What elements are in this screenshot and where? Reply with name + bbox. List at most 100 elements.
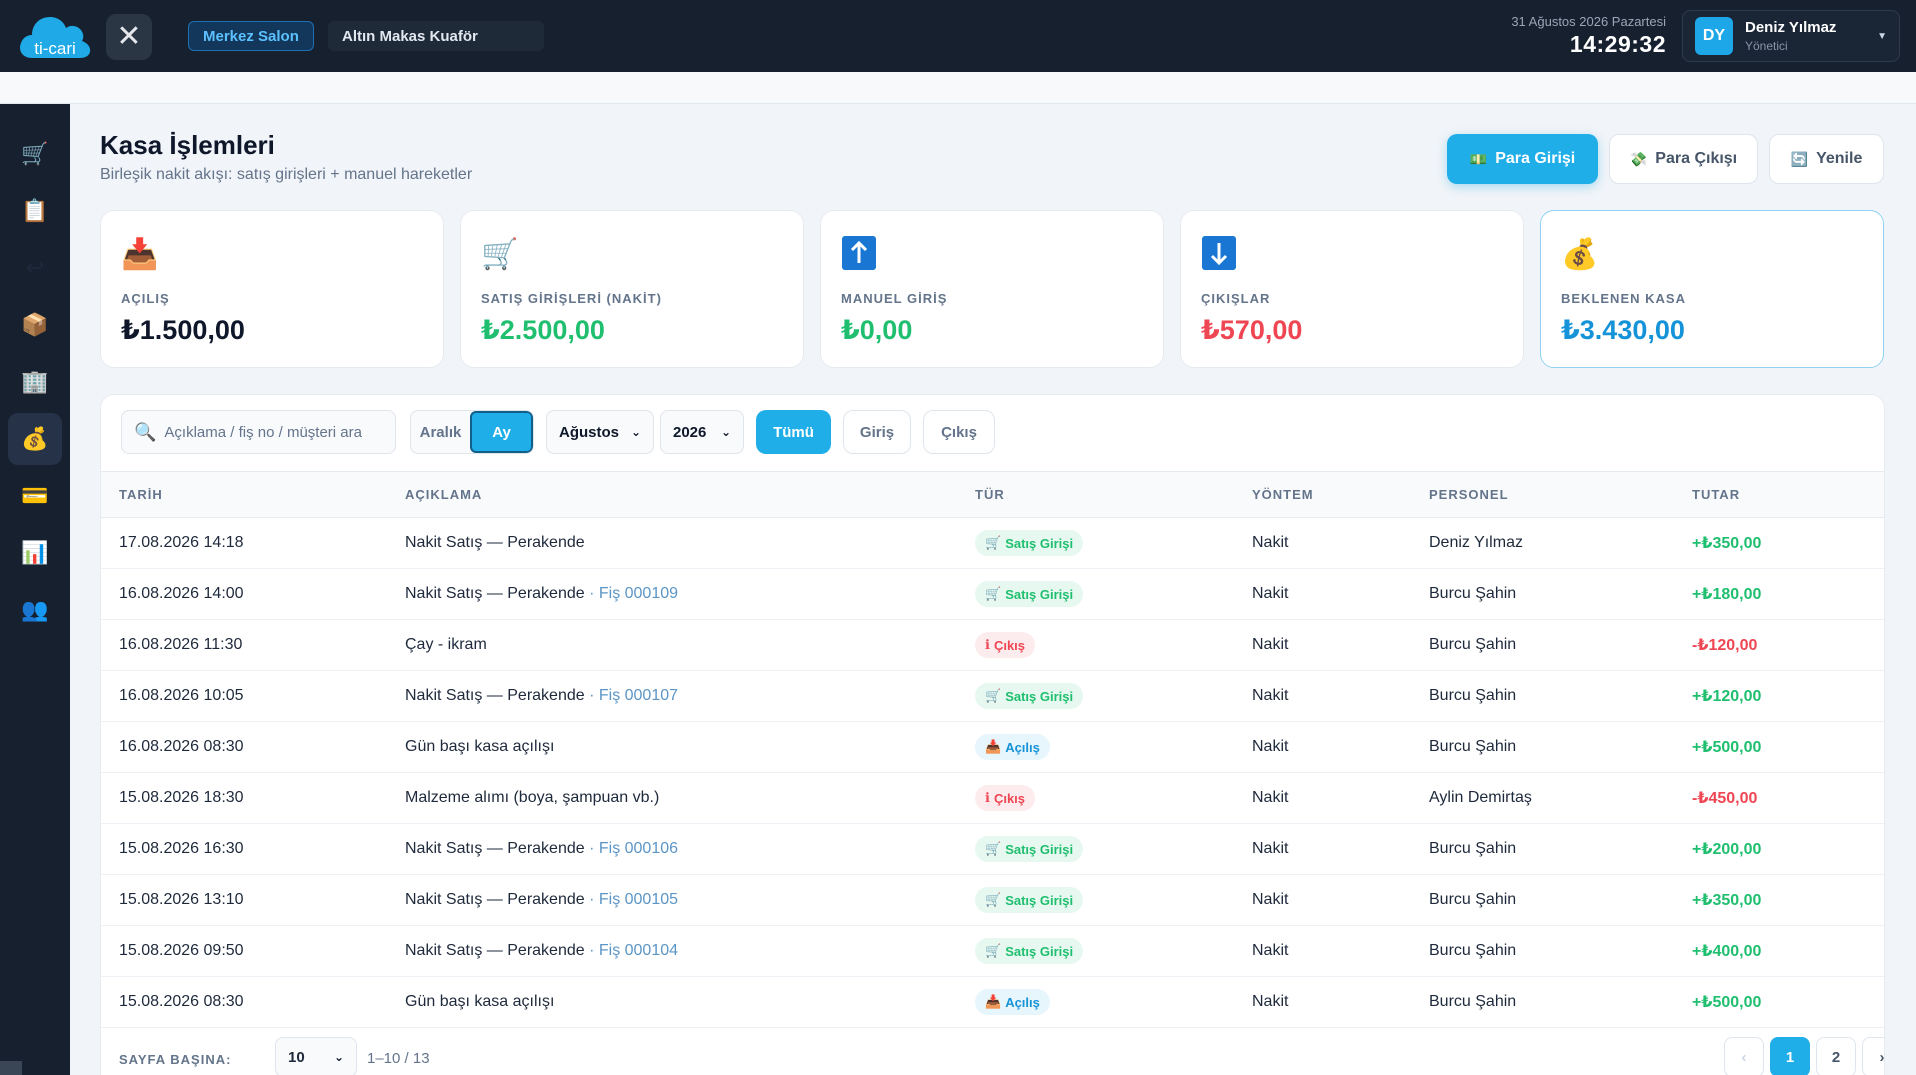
per-page-select[interactable]: 10 ⌄ (275, 1037, 357, 1075)
column-header-date[interactable]: TARİH (101, 471, 405, 518)
filter-out-button[interactable]: Çıkış (923, 410, 995, 454)
receipt-link[interactable]: Fiş 000104 (599, 942, 678, 959)
sidebar-item-bar-chart[interactable]: 📊 (8, 527, 62, 579)
transactions-table: TARİH AÇIKLAMA TÜR YÖNTEM PERSONEL TUTAR… (101, 471, 1884, 1028)
sidebar-item-clipboard[interactable]: 📋 (8, 185, 62, 237)
period-range-option[interactable]: Aralık (411, 411, 470, 453)
type-label: Çıkış (993, 790, 1026, 806)
branch-tag[interactable]: Merkez Salon (188, 21, 314, 51)
receipt-link[interactable]: Fiş 000109 (599, 585, 678, 602)
stat-value: ₺1.500,00 (121, 315, 245, 345)
salon-selector[interactable]: Altın Makas Kuaför (328, 21, 544, 51)
cell-date: 16.08.2026 10:05 (119, 687, 244, 704)
table-header-row: TARİH AÇIKLAMA TÜR YÖNTEM PERSONEL TUTAR (101, 471, 1884, 518)
column-header-amount[interactable]: TUTAR (1692, 471, 1884, 518)
cell-staff: Burcu Şahin (1429, 891, 1517, 908)
cell-method: Nakit (1252, 738, 1289, 755)
cell-staff: Aylin Demirtaş (1429, 789, 1532, 806)
user-menu[interactable]: DY Deniz Yılmaz Yönetici ▼ (1682, 10, 1900, 62)
sidebar-item-credit-card[interactable]: 💳 (8, 470, 62, 522)
prev-page-button[interactable]: ‹ (1724, 1037, 1764, 1075)
transactions-panel: 🔍 Aralık Ay Ağustos ⌄ 2026 ⌄ Tümü Giriş … (100, 394, 1885, 1075)
user-role: Yönetici (1745, 39, 1788, 53)
cell-date: 16.08.2026 14:00 (119, 585, 244, 602)
cell-type: 🛒 Satış Girişi (975, 569, 1252, 620)
period-toggle: Aralık Ay (410, 410, 534, 454)
cash-in-button[interactable]: 💵 Para Girişi (1447, 134, 1598, 184)
cell-description: Nakit Satış — Perakende (405, 518, 975, 569)
cart-icon: 🛒 (481, 238, 519, 271)
search-box[interactable]: 🔍 (121, 410, 396, 454)
type-badge: 🛒 Satış Girişi (975, 836, 1084, 862)
sidebar-item-cart[interactable]: 🛒 (8, 128, 62, 180)
refresh-button[interactable]: 🔄 Yenile (1769, 134, 1884, 184)
cart-icon: 🛒 (985, 892, 1002, 907)
next-page-button[interactable]: › (1862, 1037, 1884, 1075)
page-button-2[interactable]: 2 (1816, 1037, 1856, 1075)
return-icon: ↩ (25, 255, 45, 280)
cell-type: 🛒 Satış Girişi (975, 926, 1252, 977)
filter-all-button[interactable]: Tümü (756, 410, 831, 454)
receipt-link[interactable]: Fiş 000106 (599, 840, 678, 857)
ti-cari-logo[interactable]: ti-cari (18, 12, 92, 62)
type-label: Çıkış (993, 637, 1026, 653)
receipt-separator: · (584, 942, 599, 959)
month-select[interactable]: Ağustos ⌄ (546, 410, 654, 454)
receipt-separator: · (584, 585, 599, 602)
avatar: DY (1695, 17, 1733, 55)
year-select[interactable]: 2026 ⌄ (660, 410, 744, 454)
type-badge: 🛒 Satış Girişi (975, 938, 1084, 964)
table-row[interactable]: 15.08.2026 16:30 Nakit Satış — Perakende … (101, 824, 1884, 875)
arrow-down-icon (1201, 235, 1241, 275)
table-row[interactable]: 15.08.2026 08:30 Gün başı kasa açılışı 📥 Aç… (101, 977, 1884, 1028)
sidebar-item-box[interactable]: 📦 (8, 299, 62, 351)
box-icon: 📦 (21, 312, 49, 337)
column-header-description[interactable]: AÇIKLAMA (405, 471, 975, 518)
column-header-type[interactable]: TÜR (975, 471, 1252, 518)
cell-method: Nakit (1252, 942, 1289, 959)
table-row[interactable]: 16.08.2026 10:05 Nakit Satış — Perakende … (101, 671, 1884, 722)
page-title: Kasa İşlemleri (100, 130, 275, 160)
cell-date: 15.08.2026 18:30 (119, 789, 244, 806)
receipt-link[interactable]: Fiş 000107 (599, 687, 678, 704)
cell-type: ℹ Çıkış (975, 773, 1252, 824)
column-header-staff[interactable]: PERSONEL (1429, 471, 1692, 518)
cell-date: 17.08.2026 14:18 (119, 534, 244, 551)
table-row[interactable]: 16.08.2026 14:00 Nakit Satış — Perakende … (101, 569, 1884, 620)
receipt-link[interactable]: Fiş 000105 (599, 891, 678, 908)
sidebar-item-money-bag[interactable]: 💰 (8, 413, 62, 465)
cart-icon: 🛒 (985, 943, 1002, 958)
cash-out-button[interactable]: 💸 Para Çıkışı (1609, 134, 1758, 184)
sidebar-item-return[interactable]: ↩ (8, 242, 62, 294)
close-icon[interactable]: ✕ (106, 14, 152, 60)
table-row[interactable]: 15.08.2026 18:30 Malzeme alımı (boya, şam… (101, 773, 1884, 824)
table-row[interactable]: 16.08.2026 11:30 Çay - ikram ℹ Çıkış Nakit Bu… (101, 620, 1884, 671)
stat-card-outflows: ÇIKIŞLAR ₺570,00 (1180, 210, 1524, 368)
cell-amount: -₺120,00 (1692, 637, 1758, 654)
table-row[interactable]: 17.08.2026 14:18 Nakit Satış — Perakende 🛒… (101, 518, 1884, 569)
main-content: Kasa İşlemleri Birleşik nakit akışı: sat… (70, 104, 1916, 1075)
type-label: Satış Girişi (1005, 892, 1074, 908)
filter-in-button[interactable]: Giriş (843, 410, 911, 454)
sidebar-item-users[interactable]: 👥 (8, 584, 62, 636)
column-header-method[interactable]: YÖNTEM (1252, 471, 1429, 518)
search-input[interactable] (164, 423, 385, 441)
cell-amount: +₺180,00 (1692, 586, 1762, 603)
description-text: Çay - ikram (405, 636, 487, 653)
table-row[interactable]: 15.08.2026 09:50 Nakit Satış — Perakende … (101, 926, 1884, 977)
sidebar-item-building[interactable]: 🏢 (8, 356, 62, 408)
refresh-label: Yenile (1816, 150, 1863, 167)
period-month-option[interactable]: Ay (470, 411, 533, 453)
cell-method: Nakit (1252, 687, 1289, 704)
page-button-1[interactable]: 1 (1770, 1037, 1810, 1075)
stat-card-expected-cash: 💰 BEKLENEN KASA ₺3.430,00 (1540, 210, 1884, 368)
table-row[interactable]: 16.08.2026 08:30 Gün başı kasa açılışı 📥 Aç… (101, 722, 1884, 773)
cell-method: Nakit (1252, 993, 1289, 1010)
cell-staff: Burcu Şahin (1429, 687, 1517, 704)
cash-out-label: Para Çıkışı (1655, 150, 1738, 167)
cell-description: Nakit Satış — Perakende · Fiş 000105 (405, 875, 975, 926)
table-row[interactable]: 15.08.2026 13:10 Nakit Satış — Perakende … (101, 875, 1884, 926)
stat-value: ₺2.500,00 (481, 315, 605, 345)
cell-method: Nakit (1252, 585, 1289, 602)
search-icon: 🔍 (134, 421, 157, 442)
